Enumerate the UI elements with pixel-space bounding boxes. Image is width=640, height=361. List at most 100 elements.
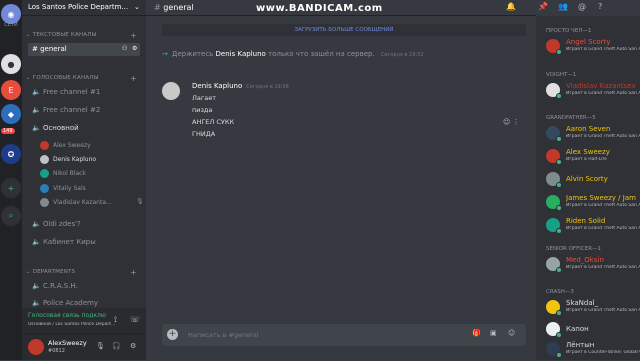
mic-icon[interactable]: 🎙 xyxy=(96,342,105,350)
voice-user[interactable]: Vladislav Kazanta... 🎙 xyxy=(40,198,144,210)
add-channel-icon[interactable]: + xyxy=(130,74,137,83)
member-item[interactable]: Med_OksinИграет в Grand Theft Auto San A… xyxy=(546,254,640,276)
search-icon[interactable]: ⌕ xyxy=(1,206,21,226)
home-icon[interactable]: ◉ xyxy=(1,4,21,24)
voice-user-name: Vitaliy Sals xyxy=(53,185,86,192)
voice-channel-crash[interactable]: 🔈 C.R.A.S.H. xyxy=(28,280,140,293)
channel-label: Free channel #1 xyxy=(42,88,101,96)
gift-icon[interactable]: 🎁 xyxy=(472,329,481,337)
member-item[interactable]: Alvin Scorty xyxy=(546,169,640,191)
voice-user-name: Nikol Black xyxy=(53,170,86,177)
add-server-icon[interactable]: + xyxy=(1,178,21,198)
server-rail: СЕТИ ◉ ● E ◆ 149 ✪ + ⌕ xyxy=(0,0,22,360)
category-label: ГОЛОСОВЫЕ КАНАЛЫ xyxy=(32,75,99,81)
status-dot xyxy=(556,136,562,142)
gif-icon[interactable]: ▣ xyxy=(490,329,497,337)
speaker-icon: 🔈 xyxy=(32,124,41,132)
member-activity: Играет в Grand Theft Auto San Andr xyxy=(566,203,640,208)
server-icon-2[interactable]: E xyxy=(1,80,21,100)
member-activity: Играет в Counter-Strike: Global Of xyxy=(566,350,640,355)
member-activity: Играет в Grand Theft Auto San Andr xyxy=(566,47,640,52)
member-item[interactable]: Aaron Seven Играет в Grand Theft Auto San… xyxy=(546,123,640,145)
voice-channel-free-2[interactable]: 🔈 Free channel #2 xyxy=(28,104,140,117)
emoji-icon[interactable]: ☺ xyxy=(508,329,515,337)
voice-channel-oldi[interactable]: 🔈 Oldi zdes'? xyxy=(28,218,140,231)
member-name: James Sweezy / Jam xyxy=(566,194,636,202)
avatar[interactable] xyxy=(162,82,180,100)
member-item[interactable]: Vladislav Kazantsev Играет в Grand Theft … xyxy=(546,80,640,102)
disconnect-icon[interactable]: ☏ xyxy=(130,315,140,324)
category-departments[interactable]: ⌄ DEPARTMENTS + xyxy=(26,268,137,277)
invite-icon[interactable]: ⚇ xyxy=(122,45,127,52)
category-text-channels[interactable]: ⌄ ТЕКСТОВЫЕ КАНАЛЫ + xyxy=(26,31,137,40)
member-item[interactable]: Riden Solid Играет в Grand Theft Auto San… xyxy=(546,215,640,237)
headphones-icon[interactable]: 🎧 xyxy=(112,342,121,350)
speaker-icon: 🔈 xyxy=(32,238,41,246)
voice-channel-free-1[interactable]: 🔈 Free channel #1 xyxy=(28,86,140,99)
avatar xyxy=(40,198,49,207)
message-composer: + 🎁 ▣ ☺ xyxy=(162,324,526,346)
recording-watermark: www.BANDICAM.com xyxy=(256,3,383,14)
signal-icon[interactable]: ⟟ xyxy=(114,315,117,325)
server-icon-3[interactable]: ◆ xyxy=(1,104,21,124)
timestamp: Сегодня в 19:58 xyxy=(246,84,289,90)
pin-icon[interactable]: 📌 xyxy=(538,2,548,11)
avatar[interactable] xyxy=(28,339,44,355)
member-name: Alex Sweezy xyxy=(566,148,610,156)
status-dot xyxy=(556,93,562,99)
voice-user[interactable]: Vitaliy Sals xyxy=(40,184,86,196)
mention-badge: 149 xyxy=(1,128,15,134)
member-item[interactable]: Лёнтын Играет в Counter-Strike: Global Of xyxy=(546,339,640,361)
avatar xyxy=(40,184,49,193)
member-item[interactable]: Alex Sweezy Играет в Half-Life xyxy=(546,146,640,168)
status-dot xyxy=(556,352,562,358)
message-input[interactable] xyxy=(188,328,428,342)
voice-user[interactable]: Denis Kapluno xyxy=(40,155,96,167)
upload-plus-icon[interactable]: + xyxy=(167,329,178,340)
status-dot xyxy=(556,332,562,338)
mention-icon[interactable]: @ xyxy=(578,2,586,11)
gear-icon[interactable]: ⚙ xyxy=(132,45,137,52)
settings-gear-icon[interactable]: ⚙ xyxy=(130,342,136,350)
add-channel-icon[interactable]: + xyxy=(130,31,137,40)
category-label: DEPARTMENTS xyxy=(32,269,76,275)
help-icon[interactable]: ? xyxy=(598,2,602,11)
voice-connection-panel: Голосовая связь подклю Основной / Los Sa… xyxy=(22,308,146,334)
voice-channel-main[interactable]: 🔈 Основной xyxy=(28,122,140,135)
message-author[interactable]: Denis Kapluno xyxy=(192,82,242,90)
member-name: Vladislav Kazantsev xyxy=(566,82,636,90)
member-item[interactable]: Angel Scorty Играет в Grand Theft Auto Sa… xyxy=(546,36,640,58)
server-icon-4[interactable]: ✪ xyxy=(1,144,21,164)
member-item[interactable]: James Sweezy / Jam Играет в Grand Theft A… xyxy=(546,192,640,214)
voice-user[interactable]: Nikol Black xyxy=(40,169,86,181)
member-item[interactable]: SkaNdal_Играет в Grand Theft Auto San An… xyxy=(546,297,640,319)
member-name: Riden Solid xyxy=(566,217,606,225)
channel-general[interactable]: # general ⚇ ⚙ xyxy=(28,43,140,56)
member-item[interactable]: Капон xyxy=(546,319,640,341)
channel-label: Free channel #2 xyxy=(42,106,101,114)
server-name[interactable]: Los Santos Police Departm... ⌄ xyxy=(22,0,146,16)
member-name: SkaNdal_ xyxy=(566,299,599,307)
voice-channel-kira[interactable]: 🔈 Кабинет Киры xyxy=(28,236,140,249)
mic-muted-icon: 🎙 xyxy=(136,198,144,205)
user-panel: AlexSweezy #0812 🎙 🎧 ⚙ xyxy=(22,334,146,360)
member-name: Angel Scorty xyxy=(566,38,611,46)
chevron-down-icon: ⌄ xyxy=(134,3,140,11)
members-icon[interactable]: 👥 xyxy=(558,2,568,11)
message-line: пизда xyxy=(192,106,213,114)
hash-icon: # xyxy=(154,3,161,12)
add-reaction-icon[interactable]: ☺ xyxy=(503,118,510,126)
member-group-title: VOIGHT—1 xyxy=(546,72,577,78)
avatar xyxy=(40,141,49,150)
server-name-text: Los Santos Police Departm... xyxy=(28,3,129,11)
server-icon-1[interactable]: ● xyxy=(1,54,21,74)
more-options-icon[interactable]: ⋮ xyxy=(513,118,520,126)
voice-user[interactable]: Alex Sweezy xyxy=(40,141,91,153)
add-channel-icon[interactable]: + xyxy=(130,268,137,277)
status-dot xyxy=(556,182,562,188)
channel-label: C.R.A.S.H. xyxy=(42,282,78,290)
notification-bell-icon[interactable]: 🔔 xyxy=(506,2,516,11)
category-voice-channels[interactable]: ⌄ ГОЛОСОВЫЕ КАНАЛЫ + xyxy=(26,74,137,83)
system-user-name[interactable]: Denis Kapluno xyxy=(216,50,266,58)
load-more-messages-button[interactable]: ЗАГРУЗИТЬ БОЛЬШЕ СООБЩЕНИЙ xyxy=(162,24,526,36)
